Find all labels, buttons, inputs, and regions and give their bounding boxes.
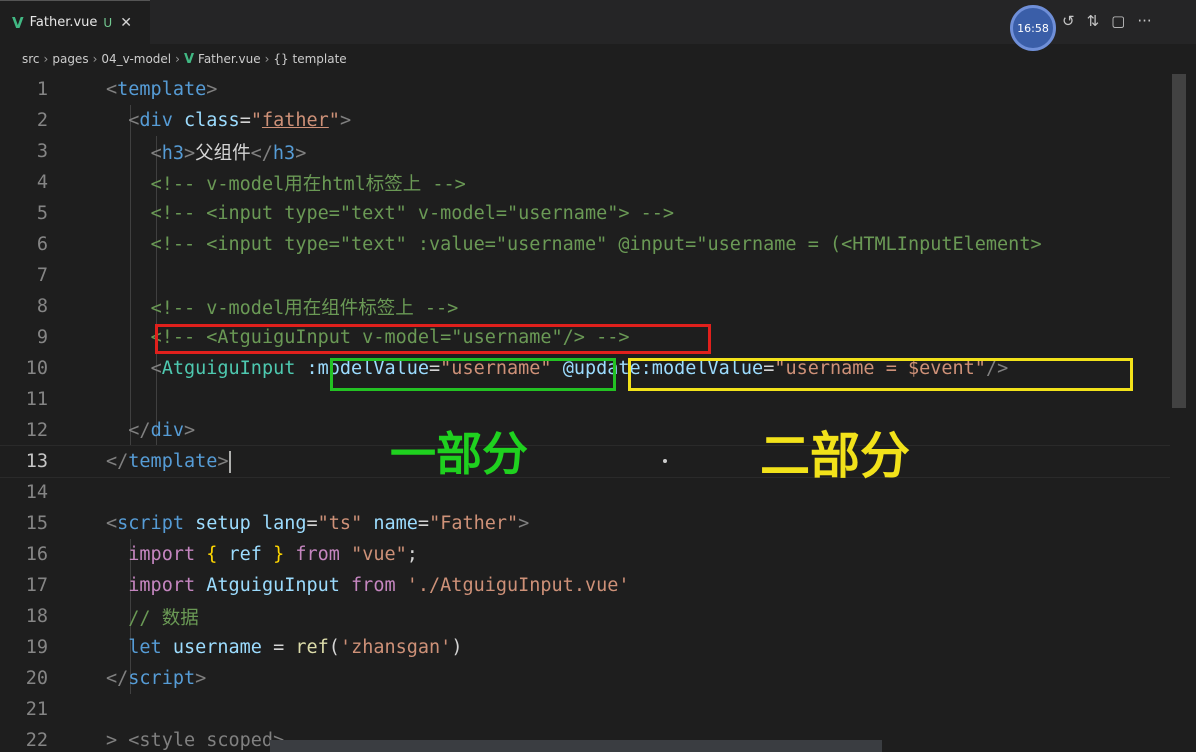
breadcrumb-folder[interactable]: 04_v-model xyxy=(101,52,171,66)
scrollbar-thumb[interactable] xyxy=(1172,74,1186,408)
tab-bar: V Father.vue U ✕ 16:58 ↺ ⇅ ▢ ··· xyxy=(0,0,1196,51)
annotation-box-green xyxy=(330,358,616,391)
code-line: 15 <script setup lang="ts" name="Father"… xyxy=(0,508,1170,539)
line-number: 8 xyxy=(36,296,48,317)
code-line: 4 <!-- v-model用在html标签上 --> xyxy=(0,167,1170,198)
line-number: 14 xyxy=(25,482,48,503)
dot-mark xyxy=(663,459,667,463)
code-line: 18 // 数据 xyxy=(0,601,1170,632)
line-number: 6 xyxy=(36,234,48,255)
line-number: 12 xyxy=(25,420,48,441)
code-line: 21 xyxy=(0,694,1170,725)
code-line: 12 </div> xyxy=(0,415,1170,446)
tab-father-vue[interactable]: V Father.vue U ✕ xyxy=(0,0,150,44)
line-number: 18 xyxy=(25,606,48,627)
code-line: 19 let username = ref('zhansgan') xyxy=(0,632,1170,663)
code-line: 14 xyxy=(0,477,1170,508)
code-line: 3 <h3>父组件</h3> xyxy=(0,136,1170,167)
comment: <!-- <input type="text" :value="username… xyxy=(150,234,1042,255)
code-line: 17 import AtguiguInput from './AtguiguIn… xyxy=(0,570,1170,601)
breadcrumb: src › pages › 04_v-model › V Father.vue … xyxy=(0,44,1196,74)
line-number: 15 xyxy=(25,513,48,534)
horizontal-scrollbar[interactable] xyxy=(270,740,882,752)
vue-file-icon: V xyxy=(12,13,24,32)
line-number: 9 xyxy=(36,327,48,348)
text-cursor xyxy=(228,450,231,473)
line-number: 21 xyxy=(25,699,48,720)
code-line: 6 <!-- <input type="text" :value="userna… xyxy=(0,229,1170,260)
line-number: 5 xyxy=(36,203,48,224)
line-number: 16 xyxy=(25,544,48,565)
annotation-part-one: 一部分 xyxy=(390,427,528,481)
breadcrumb-src[interactable]: src xyxy=(22,52,40,66)
code-editor[interactable]: 1 <template> 2 <div class="father"> 3 <h… xyxy=(0,74,1170,752)
code-line: 7 xyxy=(0,260,1170,291)
split-editor-icon[interactable]: ▢ xyxy=(1111,12,1125,30)
chevron-right-icon: › xyxy=(175,52,180,66)
line-number: 1 xyxy=(36,79,48,100)
comment: <!-- v-model用在html标签上 --> xyxy=(150,173,466,195)
lang-string: "ts" xyxy=(317,513,363,534)
h3-text: 父组件 xyxy=(195,142,251,164)
breadcrumb-symbol[interactable]: {} template xyxy=(273,52,346,66)
tab-filename: Father.vue xyxy=(29,15,98,30)
code-line: 16 import { ref } from "vue"; xyxy=(0,539,1170,570)
timeline-icon[interactable]: ↺ xyxy=(1062,12,1075,30)
clock-badge: 16:58 xyxy=(1010,5,1056,51)
tab-untracked-badge: U xyxy=(103,15,113,30)
module-string: "vue" xyxy=(351,544,407,565)
comment: // 数据 xyxy=(128,607,199,629)
annotation-box-yellow xyxy=(628,358,1133,391)
line-number: 11 xyxy=(25,389,48,410)
line-number: 20 xyxy=(25,668,48,689)
annotation-box-red xyxy=(155,324,711,354)
annotation-part-two: 二部分 xyxy=(760,427,910,485)
editor-actions: ↺ ⇅ ▢ ··· xyxy=(1062,12,1152,30)
line-number: 17 xyxy=(25,575,48,596)
breadcrumb-pages[interactable]: pages xyxy=(52,52,88,66)
breadcrumb-file[interactable]: Father.vue xyxy=(198,52,261,66)
chevron-right-icon: › xyxy=(92,52,98,66)
line-number: 3 xyxy=(36,141,48,162)
line-number: 22 xyxy=(25,730,48,751)
line-number: 13 xyxy=(25,451,48,472)
path-string: './AtguiguInput.vue' xyxy=(406,575,630,596)
line-number: 7 xyxy=(36,265,48,286)
line-number: 4 xyxy=(36,172,48,193)
line-number: 10 xyxy=(25,358,48,379)
code-line: 1 <template> xyxy=(0,74,1170,105)
comment: <!-- v-model用在组件标签上 --> xyxy=(150,297,459,319)
code-line: 2 <div class="father"> xyxy=(0,105,1170,136)
vue-file-icon: V xyxy=(183,51,195,67)
code-line: 8 <!-- v-model用在组件标签上 --> xyxy=(0,291,1170,322)
compare-changes-icon[interactable]: ⇅ xyxy=(1087,12,1100,30)
line-number: 19 xyxy=(25,637,48,658)
code-line: 20 </script> xyxy=(0,663,1170,694)
code-line-current: 13 </template> xyxy=(0,445,1170,478)
chevron-right-icon: › xyxy=(43,52,49,66)
ref-string: 'zhansgan' xyxy=(339,637,452,658)
close-icon[interactable]: ✕ xyxy=(120,15,132,31)
line-number: 2 xyxy=(36,110,48,131)
chevron-right-icon: › xyxy=(264,52,270,66)
name-string: "Father" xyxy=(429,513,519,534)
code-line: 5 <!-- <input type="text" v-model="usern… xyxy=(0,198,1170,229)
more-actions-icon[interactable]: ··· xyxy=(1137,12,1151,30)
comment: <!-- <input type="text" v-model="usernam… xyxy=(150,203,675,224)
